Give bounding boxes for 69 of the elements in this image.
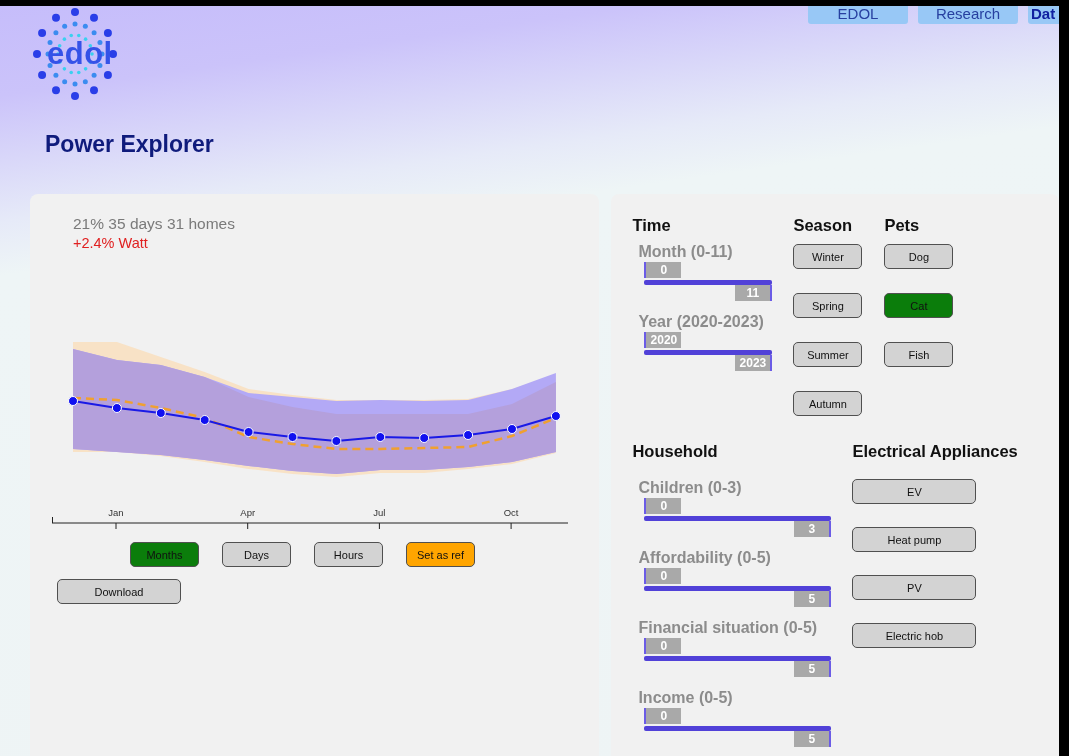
option-button[interactable]: EV <box>852 479 977 504</box>
data-point <box>507 424 517 434</box>
slider-value[interactable]: 11 <box>735 285 773 301</box>
nav-tab[interactable]: EDOL <box>808 6 908 24</box>
slider-label: Income (0-5) <box>638 688 734 708</box>
range-slider[interactable]: 0 5 <box>644 708 832 747</box>
data-point <box>419 433 430 443</box>
option-button[interactable]: Dog <box>884 244 954 269</box>
view-button[interactable]: Days <box>222 542 291 567</box>
watt-change: +2.4% Watt <box>73 234 149 252</box>
data-point <box>331 436 342 446</box>
option-button[interactable]: Electric hob <box>852 623 977 648</box>
option-button[interactable]: Spring <box>793 293 863 318</box>
view-button[interactable]: Hours <box>314 542 383 567</box>
range-slider[interactable]: 0 3 <box>644 498 832 537</box>
slider-value[interactable]: 0 <box>644 638 682 654</box>
axis-label: Oct <box>503 507 519 518</box>
nav-tab[interactable]: Dat <box>1028 6 1059 24</box>
option-button[interactable]: Heat pump <box>852 527 977 552</box>
data-point <box>111 403 122 413</box>
view-button[interactable]: Set as ref <box>406 542 475 567</box>
range-slider[interactable]: 2020 2023 <box>644 332 773 371</box>
logo-text: edol <box>47 36 113 72</box>
slider-value[interactable]: 5 <box>794 661 832 677</box>
axis-label: Jan <box>108 507 124 518</box>
option-button[interactable]: PV <box>852 575 977 600</box>
section-heading: Season <box>793 216 854 234</box>
range-slider[interactable]: 0 5 <box>644 638 832 677</box>
slider-label: Affordability (0-5) <box>638 548 772 568</box>
slider-value[interactable]: 0 <box>644 498 682 514</box>
slider-value[interactable]: 2020 <box>644 332 682 348</box>
view-button[interactable]: Months <box>130 542 199 567</box>
option-button[interactable]: Winter <box>793 244 863 269</box>
slider-value[interactable]: 5 <box>794 591 832 607</box>
slider-label: Children (0-3) <box>638 478 743 498</box>
data-point <box>375 432 386 442</box>
data-point <box>68 396 78 406</box>
section-heading: Pets <box>884 216 921 234</box>
download-button[interactable]: Download <box>57 579 181 604</box>
data-point <box>199 415 210 425</box>
axis-label: Apr <box>240 507 256 518</box>
range-slider[interactable]: 0 5 <box>644 568 832 607</box>
slider-label: Month (0-11) <box>638 242 734 262</box>
slider-value[interactable]: 0 <box>644 568 682 584</box>
slider-value[interactable]: 0 <box>644 262 682 278</box>
slider-value[interactable]: 2023 <box>735 355 773 371</box>
range-slider[interactable]: 0 11 <box>644 262 773 301</box>
data-point <box>155 408 166 418</box>
slider-value[interactable]: 5 <box>794 731 832 747</box>
data-point <box>550 411 561 421</box>
data-point <box>243 427 254 437</box>
slider-value[interactable]: 0 <box>644 708 682 724</box>
section-heading: Electrical Appliances <box>852 442 1019 460</box>
option-button[interactable]: Autumn <box>793 391 863 416</box>
option-button[interactable]: Fish <box>884 342 954 367</box>
section-heading: Time <box>632 216 672 234</box>
data-point <box>463 430 474 440</box>
option-button[interactable]: Summer <box>793 342 863 367</box>
summary-stats: 21% 35 days 31 homes <box>73 214 236 234</box>
slider-value[interactable]: 3 <box>794 521 832 537</box>
page-title: Power Explorer <box>45 131 215 157</box>
logo-icon <box>33 8 117 100</box>
nav-tab[interactable]: Research <box>918 6 1018 24</box>
slider-label: Year (2020-2023) <box>638 312 765 332</box>
option-button[interactable]: Cat <box>884 293 954 318</box>
data-point <box>287 432 298 442</box>
section-heading: Household <box>632 442 719 460</box>
axis-label: Jul <box>373 507 386 518</box>
slider-label: Financial situation (0-5) <box>638 618 819 638</box>
